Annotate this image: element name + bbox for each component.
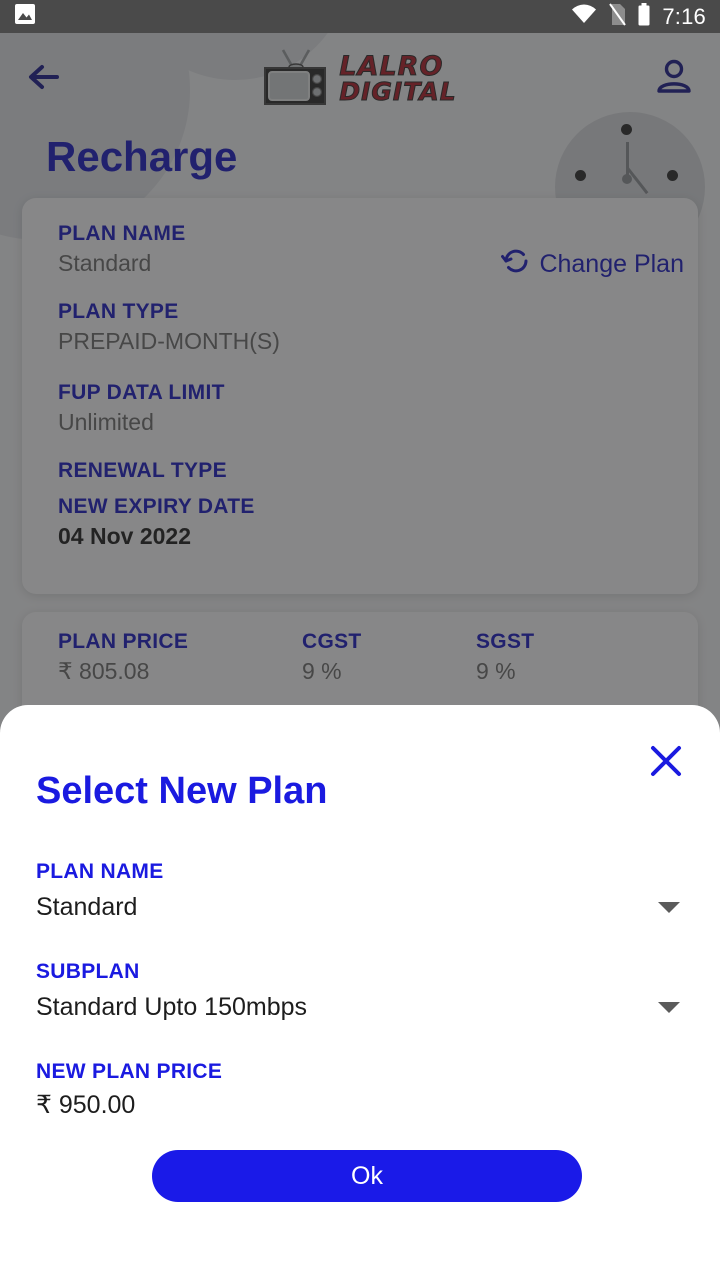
subplan-value: Standard Upto 150mbps	[36, 993, 308, 1021]
image-notification-icon	[14, 3, 36, 30]
ok-button[interactable]: Ok	[152, 1150, 582, 1202]
field-plan-name: PLAN NAME Standard	[36, 860, 684, 922]
new-plan-price-label: NEW PLAN PRICE	[36, 1060, 223, 1083]
new-plan-price-value: ₹ 950.00	[36, 1091, 136, 1119]
status-bar: 7:16	[0, 0, 720, 33]
status-bar-clock: 7:16	[662, 3, 706, 29]
field-subplan: SUBPLAN Standard Upto 150mbps	[36, 960, 684, 1022]
chevron-down-icon	[658, 1002, 680, 1013]
subplan-dropdown[interactable]: Standard Upto 150mbps	[36, 993, 684, 1022]
battery-icon	[637, 2, 651, 31]
plan-name-value: Standard	[36, 893, 138, 921]
sheet-title: Select New Plan	[36, 770, 328, 812]
subplan-label: SUBPLAN	[36, 960, 140, 983]
close-icon[interactable]	[638, 733, 694, 789]
plan-name-label: PLAN NAME	[36, 860, 164, 883]
no-sim-icon	[608, 2, 627, 31]
chevron-down-icon	[658, 902, 680, 913]
wifi-icon	[571, 3, 597, 30]
plan-name-dropdown[interactable]: Standard	[36, 893, 684, 922]
field-new-plan-price: NEW PLAN PRICE ₹ 950.00	[36, 1060, 684, 1120]
status-bar-icons: 7:16	[571, 2, 706, 31]
